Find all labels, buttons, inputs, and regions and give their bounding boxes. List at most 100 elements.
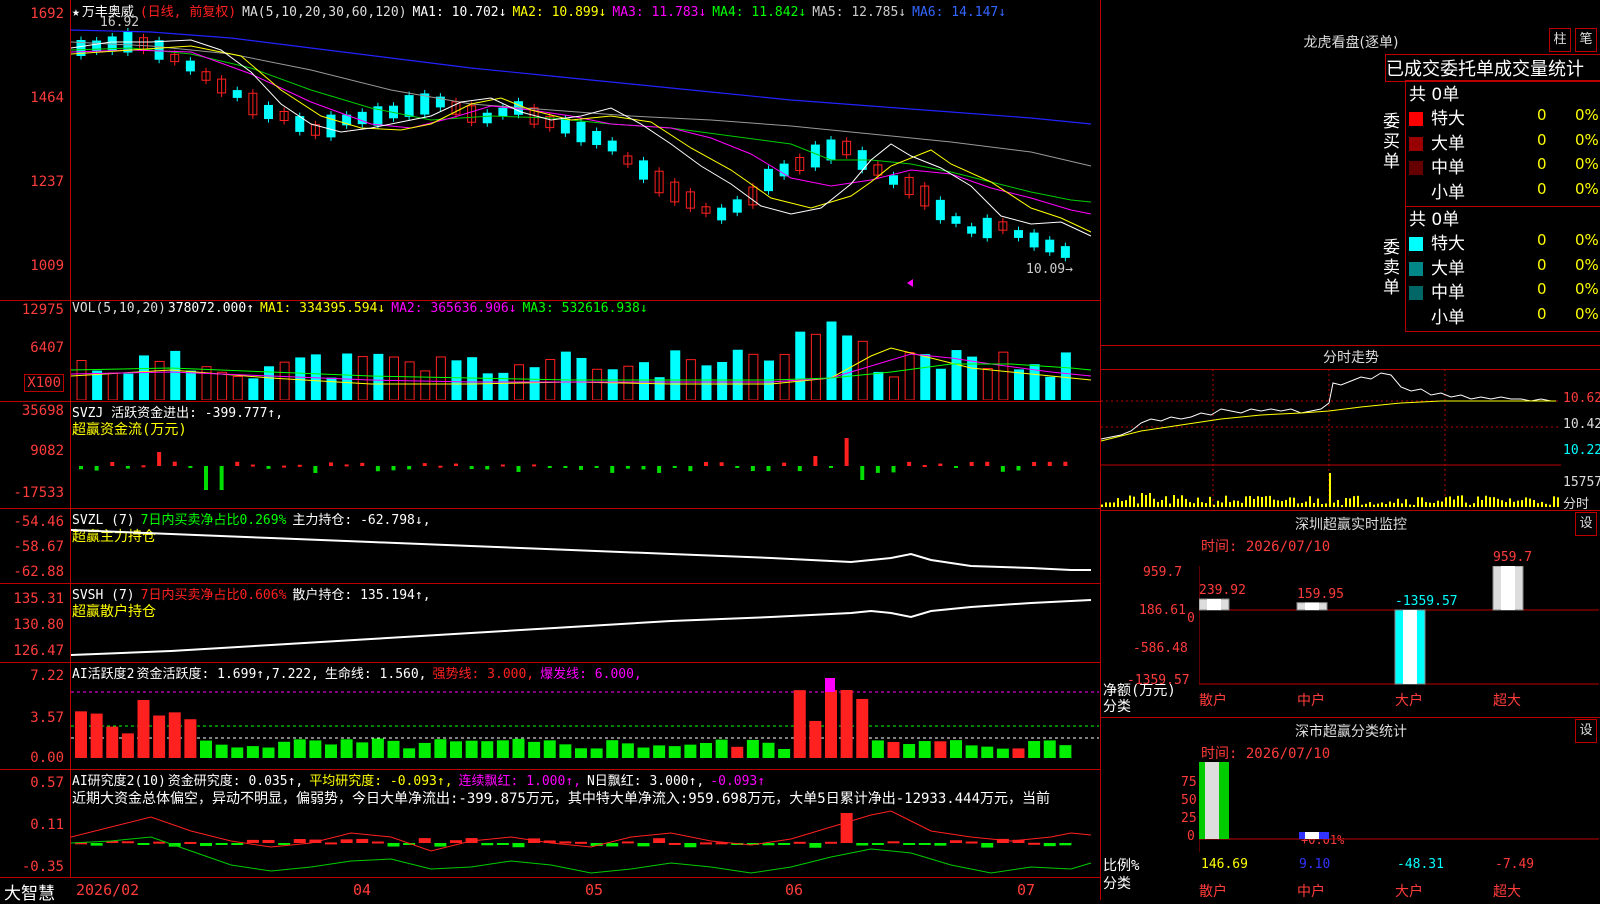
chart-mode[interactable]: (日线, 前复权): [140, 5, 236, 20]
favorite-star-icon[interactable]: ★: [72, 5, 80, 20]
svzl-panel[interactable]: -54.46 -58.67 -62.88 SVZL (7) 7日内买卖净占比0.2…: [0, 508, 1100, 584]
flow-bar: [954, 466, 958, 468]
intraday-volume-bar: [1509, 498, 1511, 507]
activity-bar: [121, 733, 134, 758]
flow-bar: [922, 465, 927, 468]
price-panel[interactable]: 1692 1464 1237 1009 ★ 万丰奥威 (日线, 前复权) MA(5,1…: [0, 0, 1100, 301]
activity-bar: [153, 715, 166, 758]
volume-bar: [529, 367, 540, 400]
volume-bar: [779, 353, 790, 400]
tick-mode-button[interactable]: 笔: [1575, 28, 1597, 52]
flow-bar: [969, 461, 974, 466]
research-bar: [621, 841, 634, 844]
intraday-volume-bar: [1429, 502, 1431, 507]
ai1-tick-3: 0.00: [30, 750, 64, 766]
brand-label: 大智慧: [4, 884, 55, 904]
flow-bar: [844, 438, 849, 466]
volume-axis: 12975 6407 X100: [0, 300, 71, 401]
candle: [1029, 232, 1039, 248]
intraday-volume-bar: [1525, 497, 1527, 507]
activity-bar: [950, 740, 962, 758]
ma1-value: MA1: 10.702↓: [412, 5, 507, 20]
flow-bar: [391, 466, 396, 471]
price-tick-4: 1009: [30, 258, 64, 274]
intraday-volume-bar: [1173, 495, 1175, 507]
ai1-tick-2: 3.57: [30, 710, 64, 726]
ai-activity-panel[interactable]: 7.22 3.57 0.00 AI活跃度2 资金活跃度: 1.699↑,7.222…: [0, 662, 1100, 770]
buy-row-count: 0: [1537, 155, 1547, 173]
class-value: -48.31: [1397, 857, 1444, 872]
volume-bar: [435, 356, 446, 400]
retail-holding-line: [71, 599, 1092, 656]
volume-bar: [107, 372, 118, 400]
intraday-volume-bar: [1417, 497, 1419, 507]
intraday-volume-bar: [1253, 498, 1255, 507]
flow-bar: [563, 466, 568, 468]
sell-row-count: 0: [1537, 255, 1547, 274]
svzl-chart[interactable]: [71, 510, 1099, 580]
price-tick-1: 1692: [30, 6, 64, 22]
monitor-tick-1: 959.7: [1143, 565, 1183, 580]
svzj-chart[interactable]: [71, 436, 1099, 506]
flow-bar: [469, 466, 474, 470]
activity-bar: [590, 748, 603, 758]
research-bar: [371, 841, 384, 844]
flow-bar: [1047, 461, 1052, 466]
class-bar-mid-inner: [1305, 832, 1319, 839]
intraday-panel[interactable]: 分时走势 10.62 10.42 10.22 15757 分时: [1100, 345, 1600, 512]
intraday-volume-bar: [1157, 502, 1159, 507]
buy-row-count: 0: [1537, 106, 1547, 124]
svzj-panel[interactable]: 35698 9082 -17533 SVZJ 活跃资金进出: -399.777↑…: [0, 401, 1100, 509]
flow-bar: [813, 456, 818, 466]
intraday-volume-bar: [1105, 502, 1107, 507]
activity-bar: [778, 748, 791, 758]
bar-mode-button[interactable]: 柱: [1549, 28, 1571, 52]
buy-row-percent: 0%: [1575, 106, 1599, 124]
intraday-volume-bar: [1357, 495, 1359, 507]
class-settings-button[interactable]: 设: [1575, 719, 1597, 743]
flow-bar: [735, 466, 740, 468]
svsh-panel[interactable]: 135.31 130.80 126.47 SVSH (7) 7日内买卖净占比0.6…: [0, 583, 1100, 663]
main-holding-line: [71, 529, 1091, 571]
price-axis: 1692 1464 1237 1009: [0, 0, 71, 300]
ai-research-panel[interactable]: 0.57 0.11 -0.35 AI研究度2(10) 资金研究度: 0.035↑,…: [0, 769, 1100, 878]
volume-panel[interactable]: 12975 6407 X100 VOL(5,10,20) 378072.000↑ M…: [0, 300, 1100, 402]
candle: [967, 226, 977, 234]
flow-bar: [422, 463, 427, 466]
intraday-volume-bar: [1125, 500, 1127, 507]
volume-bar: [842, 335, 853, 400]
flow-bar: [157, 452, 162, 466]
candle: [826, 139, 836, 161]
volume-bar: [904, 352, 915, 400]
intraday-volume-bar: [1165, 496, 1167, 507]
intraday-chart[interactable]: [1101, 369, 1561, 509]
monitor-category: 散户: [1199, 693, 1227, 709]
ai2-chart[interactable]: [71, 807, 1099, 877]
price-chart[interactable]: [71, 20, 1099, 290]
activity-bar: [418, 742, 431, 758]
ma6-line: [71, 29, 1092, 125]
ai2-tick-1: 0.57: [30, 775, 64, 791]
class-chart: [1199, 762, 1599, 852]
x-tick-2: 04: [353, 881, 372, 899]
volume-chart[interactable]: [71, 318, 1099, 400]
ai1-axis: 7.22 3.57 0.00: [0, 662, 71, 769]
ai1-chart[interactable]: [71, 678, 1099, 768]
vol-ma3: MA3: 532616.938↓: [522, 301, 648, 316]
intraday-tick-2: 10.42: [1563, 417, 1600, 432]
svsh-chart[interactable]: [71, 585, 1099, 660]
intraday-volume-bar: [1241, 502, 1243, 507]
research-bar: [793, 841, 806, 844]
sell-row-label: 特大: [1431, 234, 1465, 254]
sell-row: 大单: [1409, 254, 1465, 279]
intraday-volume-bar: [1449, 496, 1451, 507]
research-bar: [559, 841, 572, 844]
intraday-volume-bar: [1445, 497, 1447, 507]
activity-bar: [887, 741, 900, 758]
intraday-volume-bar: [1425, 502, 1427, 507]
intraday-volume-bar: [1229, 502, 1231, 507]
monitor-settings-button[interactable]: 设: [1575, 512, 1597, 536]
flow-bar: [829, 466, 833, 468]
intraday-volume-bar: [1545, 503, 1547, 507]
research-bar: [981, 843, 994, 848]
